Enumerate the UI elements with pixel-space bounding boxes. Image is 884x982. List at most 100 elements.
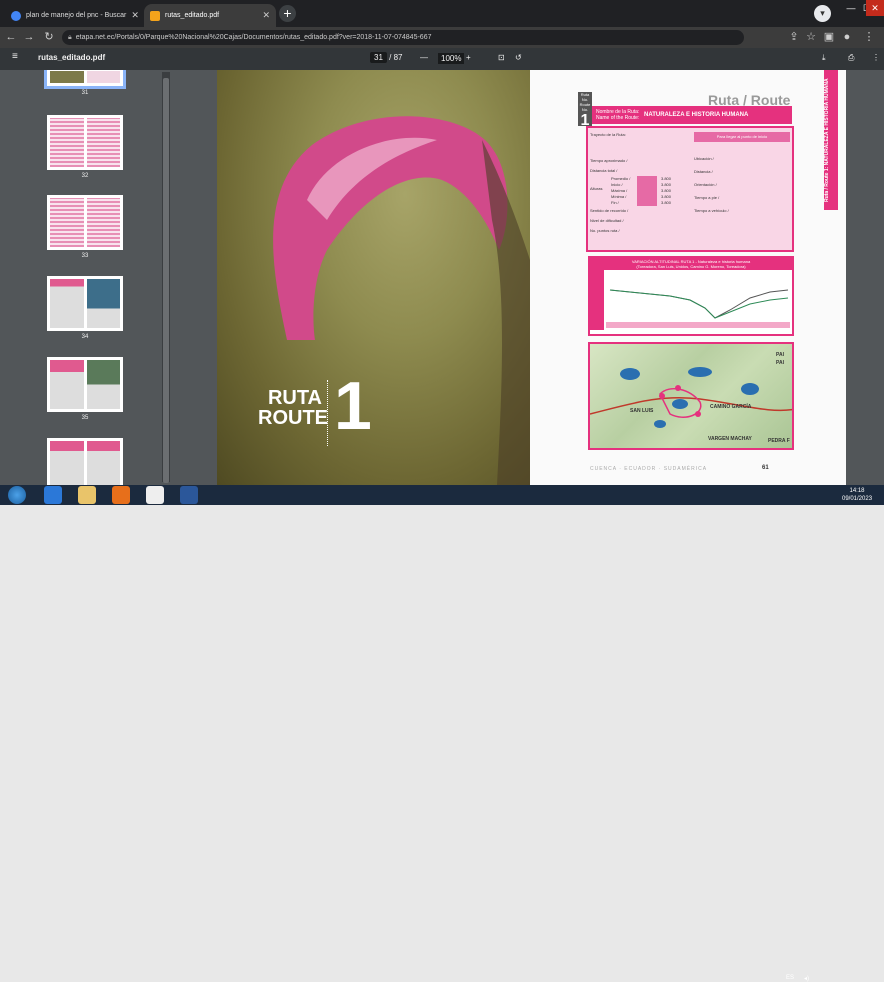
route-name-value: NATURALEZA E HISTORIA HUMANA [644, 112, 749, 118]
profile-avatar[interactable]: ▾ [814, 5, 831, 22]
map-label: SAN LUIS [630, 408, 654, 414]
zoom-level-input[interactable]: 100% [438, 53, 465, 64]
close-window-icon[interactable]: ✕ [866, 0, 884, 16]
clock-date: 09/01/2023 [842, 496, 873, 502]
access-tiempo-vehiculo: Tiempo a vehículo / [694, 208, 729, 213]
print-icon[interactable]: ⎙ [848, 53, 854, 63]
back-icon[interactable]: ← [4, 30, 18, 44]
word-icon[interactable] [180, 486, 198, 504]
windows-taskbar: ES ◂) [0, 485, 884, 982]
pdf-toolbar: ≡ rutas_editado.pdf 31 / 87 — 100% + ⊡ ↺… [0, 48, 884, 70]
info-alturas: Alturas [590, 186, 603, 191]
close-tab-icon[interactable]: ✕ [262, 10, 270, 21]
side-panel-icon[interactable]: ▣ [822, 30, 836, 44]
map-label: CAMINO GARCÍA [710, 404, 752, 410]
menu-dots-icon[interactable]: ⋮ [862, 30, 876, 44]
route-name-bar: Nombre de la Ruta: Name of the Route: NA… [592, 106, 792, 124]
route-title: RUTA ROUTE [258, 387, 328, 429]
blank-app-icon[interactable] [146, 486, 164, 504]
access-tiempo-pie: Tiempo a pie / [694, 195, 720, 200]
bookmark-star-icon[interactable]: ☆ [804, 30, 818, 44]
page-footer: CUENCA · ECUADOR · SUDAMÉRICA [590, 466, 708, 472]
thumbnail-label: 34 [81, 334, 89, 340]
info-dificultad: Nivel de dificultad / [590, 218, 624, 223]
page-total: / 87 [389, 53, 403, 62]
system-clock[interactable]: 14:18 09/01/2023 [842, 487, 872, 503]
volume-icon[interactable]: ◂) [804, 975, 809, 982]
pdf-filename: rutas_editado.pdf [38, 53, 106, 62]
thumbnail-page-35[interactable] [47, 357, 123, 412]
thumbnail-label: 33 [81, 253, 89, 259]
map-features [590, 367, 792, 428]
thumbnail-page-33[interactable] [47, 195, 123, 250]
route-number-large: 1 [334, 368, 372, 444]
pdf-scrollbar[interactable] [868, 70, 876, 485]
chart-header: VARIACIÓN ALTITUDINAL RUTA 1 - Naturalez… [590, 258, 792, 270]
thumbnail-page-34[interactable] [47, 276, 123, 331]
pdf-favicon-icon [150, 10, 160, 21]
access-title: Para llegar al punto de inicio [694, 132, 790, 142]
elevation-plot [590, 270, 790, 330]
right-page: Ruta No. Route No. 1 Ruta / Route Nombre… [530, 70, 846, 485]
rotate-icon[interactable]: ↺ [515, 53, 522, 62]
start-button[interactable] [8, 486, 26, 504]
route-info-left: Trayecto de la Ruta: Tiempo aproximado /… [590, 130, 690, 248]
page-number: 61 [762, 465, 769, 471]
thumbnail-page-31[interactable] [44, 70, 126, 89]
info-sentido: Sentido de recorrido / [590, 208, 629, 213]
zoom-in-icon[interactable]: + [466, 53, 471, 62]
access-distancia: Distancia / [694, 169, 713, 174]
tab-bar: plan de manejo del pnc - Buscar ✕ rutas_… [0, 0, 884, 27]
sidebar-scrollbar-thumb[interactable] [163, 78, 169, 483]
media-player-icon[interactable] [112, 486, 130, 504]
route-map[interactable]: PAI PAI CAMINO GARCÍA SAN LUIS VARGEN MA… [588, 342, 794, 450]
forward-icon[interactable]: → [22, 30, 36, 44]
thumbnail-page-32[interactable] [47, 115, 123, 170]
map-label: VARGEN MACHAY [708, 436, 752, 442]
page-indicator: 31 / 87 [370, 52, 403, 63]
url-input[interactable]: 🔒︎ etapa.net.ec/Portals/0/Parque%20Nacion… [62, 30, 744, 45]
download-icon[interactable]: ⤓ [822, 53, 826, 63]
altitude-rows: Promedio /3.800 Inicio /3.800 Máxima /3.… [611, 176, 671, 206]
reload-icon[interactable]: ↻ [42, 30, 56, 44]
zoom-out-icon[interactable]: — [420, 53, 428, 62]
language-indicator[interactable]: ES [786, 975, 794, 981]
tab-search[interactable]: plan de manejo del pnc - Buscar ✕ [5, 4, 143, 27]
route-info-right: Para llegar al punto de inicio Ubicación… [694, 132, 790, 248]
access-orientacion: Orientación / [694, 182, 717, 187]
new-tab-button[interactable]: + [279, 5, 296, 22]
thumbnail-label: 32 [81, 173, 89, 179]
info-puntos: No. puntos ruta / [590, 228, 620, 233]
route-title-en: ROUTE [258, 407, 328, 429]
route-title-es: RUTA [267, 387, 322, 409]
more-actions-icon[interactable]: ⋮ [872, 53, 880, 62]
route-name-label: Nombre de la Ruta: Name of the Route: [596, 109, 640, 121]
google-icon [11, 10, 21, 21]
side-route-tab: Ruta / Route 1: NATURALEZA E HISTORIA HU… [824, 70, 838, 210]
close-tab-icon[interactable]: ✕ [131, 10, 139, 21]
file-explorer-icon[interactable] [78, 486, 96, 504]
route-box-label: Ruta No. Route No. [579, 92, 591, 112]
fit-page-icon[interactable]: ⊡ [498, 53, 505, 62]
route-info-box: Trayecto de la Ruta: Tiempo aproximado /… [586, 126, 794, 252]
lock-icon: 🔒︎ [68, 34, 72, 41]
page-number-input[interactable]: 31 [370, 52, 387, 63]
chart-subtitle: (Toreadora, San Luis, Unidos, Camino G. … [636, 264, 746, 269]
thumbnail-label: 35 [81, 415, 89, 421]
map-label: PAI [776, 360, 784, 366]
clock-time: 14:18 [849, 488, 865, 494]
info-tiempo: Tiempo aproximado / [590, 158, 628, 163]
map-label: PAI [776, 352, 784, 358]
left-page-photo: RUTA ROUTE 1 [217, 70, 530, 485]
hamburger-menu-icon[interactable]: ≡ [12, 51, 18, 62]
ie-icon[interactable] [44, 486, 62, 504]
url-text: etapa.net.ec/Portals/0/Parque%20Nacional… [75, 34, 432, 41]
thumbnail-sidebar: 31 32 33 34 35 [0, 70, 177, 485]
elevation-chart: VARIACIÓN ALTITUDINAL RUTA 1 - Naturalez… [588, 256, 794, 336]
thumbnail-page-36[interactable] [47, 438, 123, 485]
account-icon[interactable]: ● [840, 30, 854, 44]
tab-pdf[interactable]: rutas_editado.pdf ✕ [144, 4, 276, 27]
map-label: PEDRA F [768, 438, 790, 444]
info-distancia: Distancia total / [590, 168, 618, 173]
share-icon[interactable]: ⇪ [787, 30, 801, 44]
